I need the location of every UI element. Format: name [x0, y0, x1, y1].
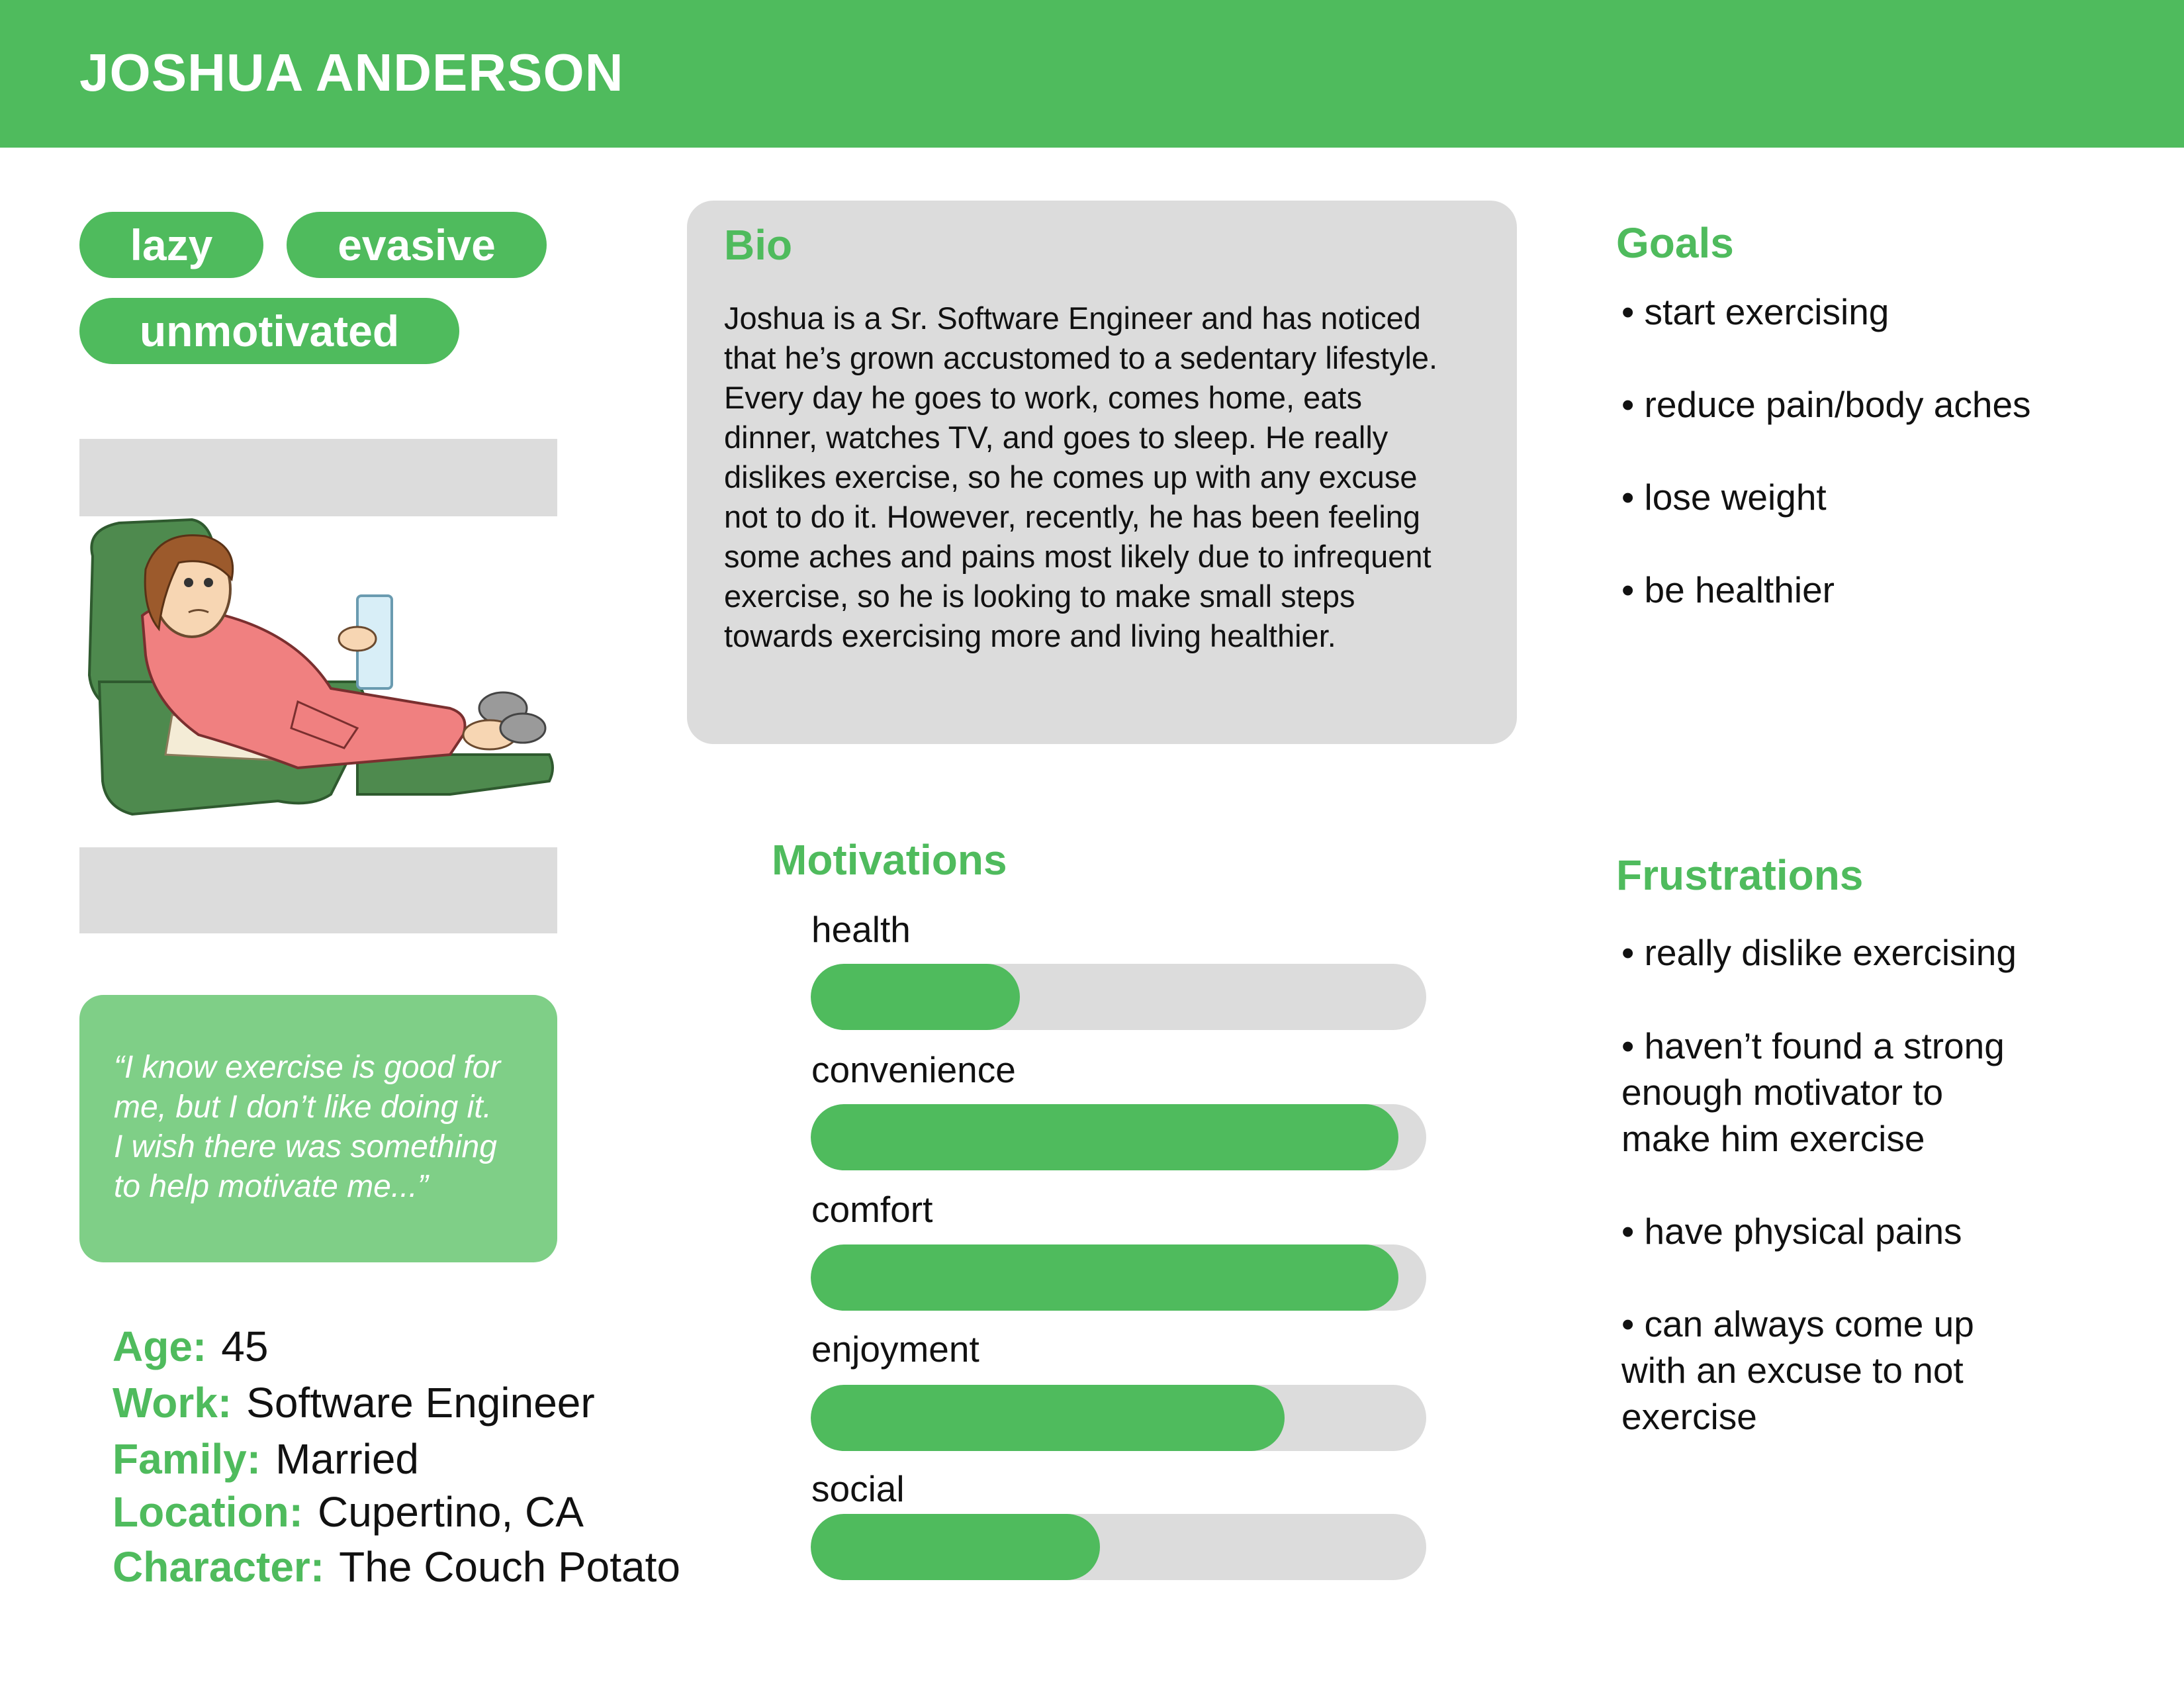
- frustration-item: • haven’t found a strong enough motivato…: [1621, 1025, 2005, 1159]
- bio-heading: Bio: [724, 221, 793, 269]
- tag-evasive: evasive: [287, 212, 547, 278]
- motivation-label: social: [811, 1468, 905, 1509]
- frustrations-heading: Frustrations: [1616, 851, 1864, 899]
- quote-card: “I know exercise is good for me, but I d…: [79, 995, 557, 1262]
- motivation-bar-fill: [811, 1104, 1399, 1170]
- motivation-bar-enjoyment: [811, 1385, 1426, 1451]
- info-label: Location:: [113, 1488, 303, 1536]
- persona-name: JOSHUA ANDERSON: [79, 43, 624, 102]
- frustration-item: • have physical pains: [1621, 1211, 1962, 1252]
- motivation-label: health: [811, 909, 911, 950]
- motivation-bar-convenience: [811, 1104, 1426, 1170]
- goal-item: • lose weight: [1621, 477, 1827, 518]
- motivation-bar-social: [811, 1514, 1426, 1580]
- tag-lazy: lazy: [79, 212, 263, 278]
- info-work: Work: Software Engineer: [113, 1375, 595, 1430]
- motivation-label: comfort: [811, 1189, 933, 1230]
- info-label: Family:: [113, 1435, 261, 1483]
- tag-unmotivated: unmotivated: [79, 298, 459, 364]
- motivation-bar-comfort: [811, 1244, 1426, 1311]
- persona-photo-frame: [79, 439, 557, 933]
- bio-text: Joshua is a Sr. Software Engineer and ha…: [724, 301, 1438, 653]
- info-value: The Couch Potato: [339, 1543, 680, 1591]
- goal-item: • be healthier: [1621, 569, 1835, 610]
- persona-illustration: [79, 516, 557, 847]
- motivations-heading: Motivations: [772, 836, 1007, 884]
- motivation-bar-fill: [811, 1514, 1101, 1580]
- info-location: Location: Cupertino, CA: [113, 1484, 584, 1540]
- info-value: 45: [221, 1323, 269, 1370]
- motivation-bar-fill: [811, 964, 1021, 1030]
- info-value: Cupertino, CA: [317, 1488, 584, 1536]
- motivation-bar-fill: [811, 1244, 1399, 1311]
- info-value: Software Engineer: [246, 1379, 595, 1427]
- couch-potato-illustration: [87, 518, 554, 816]
- info-label: Age:: [113, 1323, 207, 1370]
- frustration-item: • can always come up with an excuse to n…: [1621, 1303, 1974, 1437]
- goal-item: • start exercising: [1621, 291, 1889, 332]
- frustration-item: • really dislike exercising: [1621, 932, 2017, 973]
- motivation-bar-health: [811, 964, 1426, 1030]
- info-label: Work:: [113, 1379, 232, 1427]
- bio-card: Bio Joshua is a Sr. Software Engineer an…: [687, 201, 1517, 744]
- info-character: Character: The Couch Potato: [113, 1539, 680, 1595]
- goals-heading: Goals: [1616, 219, 1734, 267]
- motivation-label: enjoyment: [811, 1329, 979, 1370]
- info-family: Family: Married: [113, 1431, 419, 1487]
- info-value: Married: [275, 1435, 419, 1483]
- info-age: Age: 45: [113, 1319, 268, 1374]
- info-label: Character:: [113, 1543, 325, 1591]
- persona-quote: “I know exercise is good for me, but I d…: [114, 1050, 501, 1204]
- header-bar: JOSHUA ANDERSON: [0, 0, 2184, 148]
- goal-item: • reduce pain/body aches: [1621, 384, 2031, 425]
- motivation-bar-fill: [811, 1385, 1285, 1451]
- motivation-label: convenience: [811, 1049, 1016, 1090]
